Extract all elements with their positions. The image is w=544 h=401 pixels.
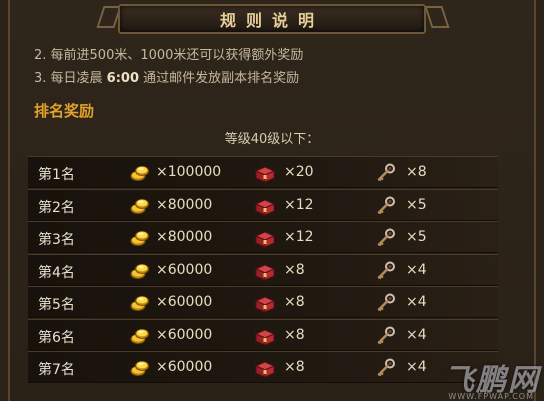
gold-amount: ×60000 [156, 261, 213, 278]
gold-amount: ×60000 [156, 326, 213, 343]
rule-line-3-prefix: 3. 每日凌晨 [34, 71, 107, 86]
chest-amount: ×20 [284, 164, 314, 180]
chest-amount: ×12 [284, 229, 314, 245]
gold-coins-icon [130, 196, 150, 216]
table-row: 第7名 ×60000 ×8 ×4 [28, 351, 498, 383]
table-row: 第5名 ×60000 ×8 ×4 [28, 286, 498, 318]
gold-amount: ×80000 [156, 196, 213, 213]
gold-amount: ×60000 [156, 359, 213, 375]
title-ornament-right [424, 6, 450, 28]
rank-label: 第2名 [38, 199, 75, 216]
gold-coins-icon [130, 358, 150, 378]
rank-label: 第6名 [38, 329, 75, 346]
table-row: 第3名 ×80000 ×12 ×5 [28, 221, 498, 253]
red-chest-icon [254, 293, 276, 313]
chest-amount: ×12 [284, 196, 314, 213]
watermark-url: WWW.FPWAP.COM [448, 392, 534, 401]
gold-amount: ×60000 [156, 294, 213, 310]
rule-line-3: 3. 每日凌晨 6:00 通过邮件发放副本排名奖励 [34, 67, 299, 86]
title-plate: 规则说明 [118, 4, 426, 34]
gold-coins-icon [130, 326, 150, 346]
key-amount: ×4 [406, 261, 427, 278]
key-amount: ×4 [406, 294, 427, 310]
chest-amount: ×8 [284, 326, 305, 343]
chest-amount: ×8 [284, 294, 305, 310]
key-icon [376, 163, 396, 183]
red-chest-icon [254, 228, 276, 248]
gold-coins-icon [130, 163, 150, 183]
rule-line-3-suffix: 通过邮件发放副本排名奖励 [139, 71, 300, 86]
rank-label: 第1名 [38, 167, 75, 183]
key-icon [376, 358, 396, 378]
red-chest-icon [254, 358, 276, 378]
chest-amount: ×8 [284, 261, 305, 278]
key-icon [376, 326, 396, 346]
rank-label: 第5名 [38, 297, 75, 313]
key-icon [376, 293, 396, 313]
key-amount: ×5 [406, 196, 427, 213]
chest-amount: ×8 [284, 359, 305, 375]
gold-amount: ×100000 [156, 164, 222, 180]
rank-label: 第3名 [38, 232, 75, 248]
section-title: 排名奖励 [34, 102, 95, 120]
gold-amount: ×80000 [156, 229, 213, 245]
gold-coins-icon [130, 228, 150, 248]
level-label: 等级40级以下： [224, 132, 320, 147]
rank-label: 第7名 [38, 362, 75, 378]
key-icon [376, 228, 396, 248]
key-icon [376, 261, 396, 281]
red-chest-icon [254, 163, 276, 183]
rule-line-3-time: 6:00 [106, 71, 140, 86]
key-amount: ×4 [406, 326, 427, 343]
page-title: 规则说明 [219, 11, 324, 30]
red-chest-icon [254, 196, 276, 216]
table-row: 第6名 ×60000 ×8 ×4 [28, 318, 498, 351]
table-row: 第2名 ×80000 ×12 ×5 [28, 188, 498, 221]
red-chest-icon [254, 326, 276, 346]
gold-coins-icon [130, 293, 150, 313]
red-chest-icon [254, 261, 276, 281]
rule-line-2: 2. 每前进500米、1000米还可以获得额外奖励 [34, 48, 304, 63]
table-row: 第4名 ×60000 ×8 ×4 [28, 253, 498, 286]
key-amount: ×5 [406, 229, 427, 245]
key-amount: ×8 [406, 164, 427, 180]
gold-coins-icon [130, 261, 150, 281]
table-row: 第1名 ×100000 ×20 ×8 [28, 156, 498, 188]
key-icon [376, 196, 396, 216]
title-bar: 规则说明 [0, 0, 544, 36]
key-amount: ×4 [406, 359, 427, 375]
rank-label: 第4名 [38, 264, 75, 281]
